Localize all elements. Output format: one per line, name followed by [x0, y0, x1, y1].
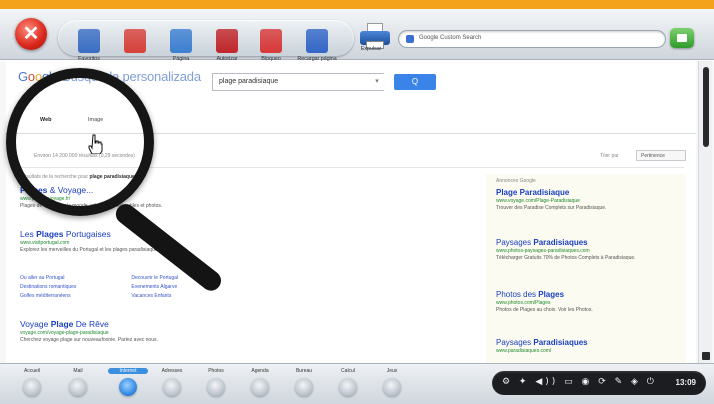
page-icon: [170, 29, 192, 53]
document-icon: [295, 378, 313, 396]
tab-divider: [6, 133, 696, 134]
ads-header: Annonces Google: [496, 178, 536, 184]
dock-item-photos[interactable]: Photos: [196, 368, 236, 396]
block-icon: [260, 29, 282, 53]
mail-icon: [69, 378, 87, 396]
address-bar[interactable]: Google Custom Search: [398, 30, 666, 48]
result-snippet: Cherchez voyage plage sur nouveaufoonie.…: [20, 337, 158, 343]
dock-item-internet[interactable]: Internet: [108, 368, 148, 396]
ads-panel: Annonces Google Plage Paradisiaque www.v…: [486, 174, 686, 363]
dock-item-agenda[interactable]: Agenda: [240, 368, 280, 396]
result-title[interactable]: Plages & Voyage...: [20, 185, 420, 195]
search-tabs: Web Image: [6, 111, 696, 133]
vertical-scrollbar[interactable]: [698, 61, 712, 363]
screen: ✕ Favoritos Página Autorizar Bloqueo Rec…: [0, 0, 714, 404]
tab-images[interactable]: Image: [88, 117, 103, 123]
search-button[interactable]: Q: [394, 74, 436, 90]
clock: 13:09: [675, 378, 696, 387]
search-icon: Q: [411, 77, 419, 86]
result-url: www.plages-voyage.fr/: [20, 196, 71, 202]
sitelink[interactable]: Evenements Algarve: [131, 284, 241, 290]
ad-url: www.photos-paysages-paradisiaques.com: [496, 248, 590, 254]
ad-item[interactable]: Plage Paradisiaque www.voyage.com/Plage-…: [496, 188, 682, 211]
scrollbar-thumb[interactable]: [703, 67, 709, 147]
divider: [18, 167, 684, 168]
dock-item-calculator[interactable]: Calcul: [328, 368, 368, 396]
photos-icon: [207, 378, 225, 396]
ad-item[interactable]: Paysages Paradisiaques www.photos-paysag…: [496, 238, 682, 261]
sitelink[interactable]: Golfes méditerranéens: [20, 293, 130, 299]
go-button[interactable]: [670, 28, 694, 48]
favicon-icon: [406, 35, 414, 43]
toolbar: ✕ Favoritos Página Autorizar Bloqueo Rec…: [0, 9, 714, 62]
search-logo: Google Búsqueda personalizada: [18, 69, 201, 84]
tool-group: Favoritos Página Autorizar Bloqueo Recar…: [58, 20, 354, 62]
search-result[interactable]: Les Plages Portugaises www.visitportugal…: [20, 229, 420, 253]
sort-select[interactable]: Pertinence: [636, 150, 686, 161]
result-snippet: Explorez les merveilles du Portugal et l…: [20, 247, 177, 253]
search-result[interactable]: Plages & Voyage... www.plages-voyage.fr/…: [20, 185, 420, 209]
ad-item[interactable]: Photos des Plages www.photos.com/Plages …: [496, 290, 682, 313]
sort-label: Trier par: [600, 153, 619, 159]
result-snippet: Plages de rêve dans le monde, infos et c…: [20, 203, 163, 209]
authorize-icon: [216, 29, 238, 53]
dock-item-games[interactable]: Jeux: [372, 368, 412, 396]
dock: Accueil Mail Internet Adresses Photos Ag…: [0, 363, 714, 404]
result-stats: Environ 14 200 000 résultats (0,29 secon…: [34, 153, 135, 159]
sitelink[interactable]: Decouvrir le Portugal: [131, 275, 241, 281]
sitelink-row: Golfes méditerranéens Vacances Enfants: [20, 293, 280, 302]
sitelink[interactable]: Vacances Enfants: [131, 293, 241, 299]
search-result[interactable]: Voyage Plage De Rêve voyage.com/voyage-p…: [20, 319, 420, 343]
home-icon: [23, 378, 41, 396]
calendar-icon: [251, 378, 269, 396]
ad-item[interactable]: Paysages Paradisiaques www.paradisiaques…: [496, 338, 682, 354]
reload-icon: [306, 29, 328, 53]
sitelink-row: Ou aller au Portugal Decouvrir le Portug…: [20, 275, 280, 284]
ad-url: www.photos.com/Plages: [496, 300, 551, 306]
top-accent-bar: [0, 0, 714, 9]
browser-page: Google Búsqueda personalizada plage para…: [0, 61, 714, 363]
contacts-icon: [163, 378, 181, 396]
sitelink[interactable]: Destinations romantiques: [20, 284, 130, 290]
search-note: Résultats de la recherche pour plage par…: [20, 174, 135, 180]
tab-web[interactable]: Web: [40, 117, 52, 123]
result-title[interactable]: Les Plages Portugaises: [20, 229, 420, 239]
dock-item-mail[interactable]: Mail: [58, 368, 98, 396]
result-url: voyage.com/voyage-plage-paradisiaque: [20, 330, 109, 336]
dock-item-home[interactable]: Accueil: [12, 368, 52, 396]
ad-snippet: Photos de Plages au choix. Voir les Phot…: [496, 307, 593, 313]
dock-item-addresses[interactable]: Adresses: [152, 368, 192, 396]
ad-title[interactable]: Paysages Paradisiaques: [496, 238, 682, 247]
search-input[interactable]: plage paradisiaque: [212, 73, 384, 91]
home-icon: [124, 29, 146, 53]
chevron-down-icon[interactable]: ▾: [370, 73, 384, 91]
sitelink-row: Destinations romantiques Evenements Alga…: [20, 284, 280, 293]
system-tray: ⚙ ✦ ◀)) ▭ ◉ ⟳ ✎ ◈ ⏻ 13:09: [492, 371, 706, 395]
result-url: www.visitportugal.com: [20, 240, 70, 246]
ad-title[interactable]: Plage Paradisiaque: [496, 188, 682, 197]
result-title[interactable]: Voyage Plage De Rêve: [20, 319, 420, 329]
page-content: Google Búsqueda personalizada plage para…: [6, 61, 696, 363]
scroll-down-icon[interactable]: [702, 352, 710, 360]
result-sitelinks: Ou aller au Portugal Decouvrir le Portug…: [20, 275, 280, 302]
ad-snippet: Trouver des Paradise Complets sur Paradi…: [496, 205, 607, 211]
tray-icons[interactable]: ⚙ ✦ ◀)) ▭ ◉ ⟳ ✎ ◈ ⏻: [502, 377, 657, 387]
ad-snippet: Télécharger Gratuits 70% de Photos Compl…: [496, 255, 636, 261]
ad-title[interactable]: Paysages Paradisiaques: [496, 338, 682, 347]
globe-icon: [119, 378, 137, 396]
calculator-icon: [339, 378, 357, 396]
close-button[interactable]: ✕: [15, 18, 47, 50]
dock-item-office[interactable]: Bureau: [284, 368, 324, 396]
games-icon: [383, 378, 401, 396]
sitelink[interactable]: Ou aller au Portugal: [20, 275, 130, 281]
favorites-icon: [78, 29, 100, 53]
ad-url: www.paradisiaques.com/: [496, 348, 552, 354]
ad-url: www.voyage.com/Plage-Paradisiaque: [496, 198, 580, 204]
ad-title[interactable]: Photos des Plages: [496, 290, 682, 299]
